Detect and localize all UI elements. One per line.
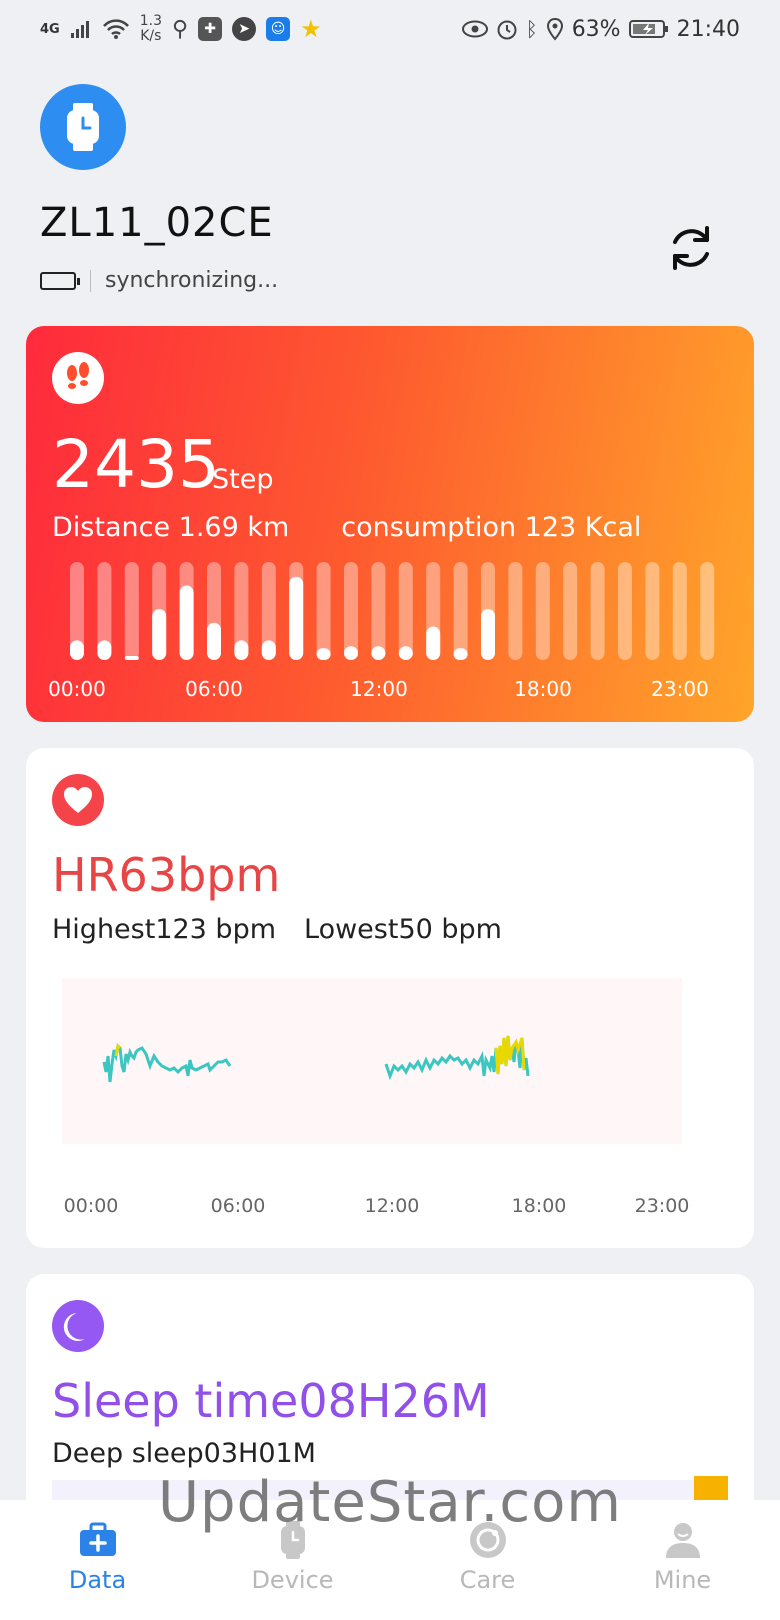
step-bar [124,656,139,660]
step-bar-track [124,562,139,660]
divider [90,269,91,292]
step-bar-track [645,562,660,660]
bluetooth-icon: ᛒ [525,17,538,41]
step-unit: Step [212,464,274,495]
eye-icon [461,20,488,38]
distance-text: Distance 1.69 km [52,512,290,543]
heart-rate-highest: Highest123 bpm [52,914,277,945]
hr-time-label: 00:00 [64,1195,119,1217]
step-bar-track [371,562,386,660]
step-bar [316,648,331,660]
heart-rate-meta: Highest123 bpm Lowest50 bpm [52,914,502,945]
network-speed: 1.3 K/s [139,13,162,44]
step-bar [344,646,358,660]
moon-icon: z [52,1300,104,1352]
step-bar-track [590,562,605,660]
usb-icon: ⚲ [171,16,189,42]
step-bar-track [672,562,687,660]
step-time-label: 12:00 [350,677,408,701]
step-bar [207,622,221,660]
step-bar-track [453,562,468,660]
sync-status: synchronizing... [105,268,279,293]
step-meta: Distance 1.69 km consumption 123 Kcal [52,512,641,543]
compass-app-icon: ➤ [232,17,257,41]
hr-time-label: 12:00 [365,1195,420,1217]
nav-label: Data [68,1566,127,1594]
step-bar [371,646,386,660]
step-bar [234,640,249,660]
step-bar-track [344,562,358,660]
heart-rate-lowest: Lowest50 bpm [304,914,502,945]
step-bar-track [535,562,550,660]
steps-card[interactable]: 2435 Step Distance 1.69 km consumption 1… [26,326,754,722]
hr-time-label: 18:00 [512,1195,567,1217]
chat-app-icon: ☺ [266,17,291,41]
status-bar: 4G 1.3 K/s ⚲ ✚ ➤ ☺ ★ ᛒ 63% 21:40 [0,0,780,58]
signal-icon [70,21,89,38]
sync-status-row: synchronizing... [40,268,278,293]
battery-percent: 63% [571,16,621,42]
hr-time-label: 06:00 [211,1195,266,1217]
battery-charging-icon [628,20,668,38]
footprints-icon [52,352,104,404]
step-bar [97,640,112,660]
app-notification-icon: ✚ [198,17,223,41]
steps-hourly-chart: 00:00 06:00 12:00 18:00 23:00 [48,562,715,701]
consumption-text: consumption 123 Kcal [341,512,642,543]
star-icon: ★ [300,15,322,43]
step-bar [453,648,468,660]
step-bar-track [618,562,632,660]
hr-time-label: 23:00 [635,1195,690,1217]
step-bar [70,640,84,660]
refresh-icon[interactable] [665,222,717,274]
network-indicator: 4G [40,21,60,37]
step-bar [481,609,495,660]
deep-sleep: Deep sleep03H01M [52,1438,316,1469]
step-time-label: 18:00 [514,677,572,701]
watch-icon [67,103,99,151]
step-bar [179,585,194,660]
sleep-time: Sleep time08H26M [52,1374,490,1428]
nav-label: Device [251,1566,334,1594]
nav-label: Mine [653,1566,712,1594]
step-bar-track [398,562,413,660]
step-bar [426,626,441,660]
step-time-label: 23:00 [651,677,709,701]
step-bar [398,646,413,660]
alarm-icon [497,20,517,40]
step-time-label: 00:00 [48,677,106,701]
step-bar [289,576,304,660]
heart-rate-card[interactable]: HR63bpm Highest123 bpm Lowest50 bpm 00:0… [26,748,754,1248]
step-bar-track [508,562,523,660]
step-bar-track [563,562,578,660]
step-bar [261,640,276,660]
location-icon [546,17,563,41]
chart-plot-area [62,978,682,1144]
step-bar-track [316,562,331,660]
step-bar-track [700,562,715,660]
nav-label: Care [459,1566,516,1594]
clock-time: 21:40 [676,16,740,42]
device-battery-icon [40,271,80,290]
watermark: UpdateStar.com [158,1470,622,1535]
step-time-label: 06:00 [185,677,243,701]
wifi-icon [102,19,129,39]
heart-icon [52,774,104,826]
device-avatar[interactable] [40,84,126,170]
svg-text:z: z [81,1315,87,1328]
step-bar [152,609,167,660]
heart-rate-chart: 00:00 06:00 12:00 18:00 23:00 [62,978,690,1217]
heart-rate-value: HR63bpm [52,848,281,902]
device-name: ZL11_02CE [40,200,274,246]
step-count: 2435 [52,426,220,503]
